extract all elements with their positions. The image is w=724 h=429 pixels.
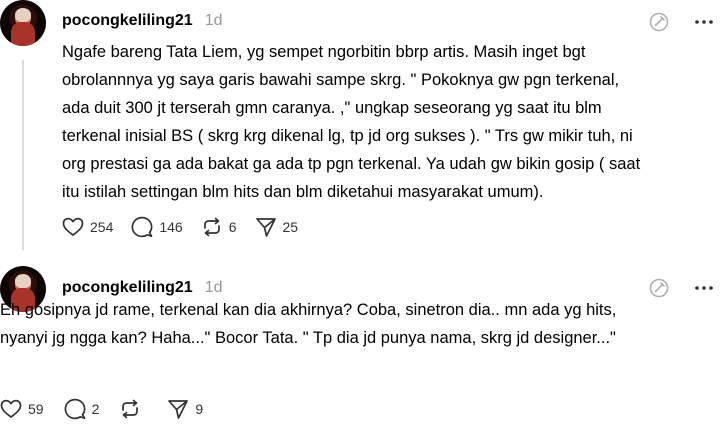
edit-disabled-icon[interactable] (649, 12, 669, 32)
heart-icon (0, 399, 22, 419)
repost-icon (119, 398, 141, 420)
comment-icon (64, 398, 86, 420)
more-icon[interactable] (694, 278, 714, 298)
heart-icon (62, 217, 84, 237)
share-button[interactable]: 25 (255, 216, 299, 238)
share-button[interactable]: 9 (167, 398, 203, 420)
post-text: Ngafe bareng Tata Liem, yg sempet ngorbi… (62, 43, 641, 201)
thread-line (22, 60, 24, 250)
edit-disabled-icon[interactable] (649, 278, 669, 298)
repost-count: 6 (228, 219, 237, 235)
like-button[interactable]: 254 (62, 217, 113, 237)
repost-icon (201, 216, 223, 238)
like-count: 59 (28, 401, 44, 417)
like-button[interactable]: 59 (0, 399, 44, 419)
avatar[interactable] (0, 0, 46, 46)
reply-count: 146 (159, 219, 183, 235)
send-icon (255, 216, 277, 238)
share-count: 25 (282, 219, 299, 235)
username[interactable]: pocongkeliling21 (62, 279, 193, 297)
post-actions: 59 2 9 (0, 398, 223, 420)
timestamp: 1d (204, 279, 223, 296)
post-header: pocongkeliling21 1d (62, 12, 222, 30)
share-count: 9 (195, 401, 204, 417)
repost-button[interactable] (119, 398, 147, 420)
send-icon (167, 398, 189, 420)
reply-button[interactable]: 146 (131, 216, 183, 238)
comment-icon (131, 216, 153, 238)
more-icon[interactable] (694, 12, 714, 32)
reply-count: 2 (91, 401, 100, 417)
username[interactable]: pocongkeliling21 (62, 12, 193, 30)
reply-button[interactable]: 2 (64, 398, 100, 420)
thread-post: pocongkeliling21 1d Eh gosipnya jd rame,… (0, 262, 724, 429)
timestamp: 1d (204, 12, 223, 29)
post-header: pocongkeliling21 1d (62, 279, 222, 297)
like-count: 254 (90, 219, 114, 235)
repost-button[interactable]: 6 (201, 216, 237, 238)
post-actions: 254 146 6 25 (62, 216, 316, 238)
thread-post: pocongkeliling21 1d Ngafe bareng Tata Li… (0, 0, 724, 262)
post-text: Eh gosipnya jd rame, terkenal kan dia ak… (0, 301, 617, 347)
